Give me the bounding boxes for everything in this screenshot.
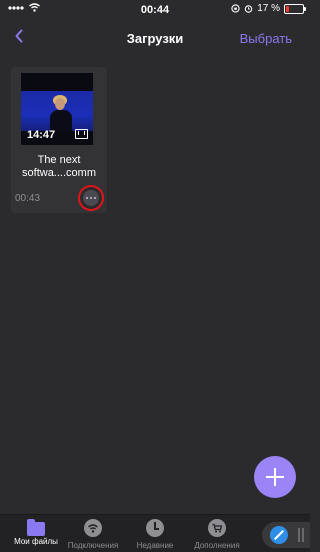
- status-right: 17 %: [231, 3, 306, 14]
- thumbnail-figure-head: [55, 98, 65, 110]
- file-title-line-1: The next: [37, 154, 81, 166]
- tab-my-files[interactable]: Мои файлы: [5, 519, 67, 546]
- video-duration: 14:47: [27, 129, 56, 141]
- file-item[interactable]: 14:47 The next softwa....comm 00:43: [11, 67, 107, 213]
- tab-label-connections: Подключения: [67, 541, 119, 550]
- thumbnail-figure-body: [50, 110, 72, 131]
- handle-icon: [298, 528, 300, 542]
- rotation-lock-icon: [231, 4, 240, 13]
- wifi-icon: [84, 519, 102, 537]
- video-icon: [75, 129, 88, 139]
- browser-button[interactable]: [262, 522, 310, 548]
- navigation-bar: Загрузки Выбрать: [0, 22, 310, 56]
- battery-level: [286, 5, 289, 12]
- handle-icon: [302, 528, 304, 542]
- more-options-button[interactable]: [83, 190, 99, 206]
- file-title: The next softwa....comm: [11, 154, 107, 180]
- cart-icon: [208, 519, 226, 537]
- file-title-line-2: softwa....comm: [22, 167, 96, 179]
- battery-icon: [284, 3, 306, 14]
- video-thumbnail[interactable]: 14:47: [21, 73, 93, 145]
- clock-icon: [146, 519, 164, 537]
- tab-label-my-files: Мои файлы: [14, 537, 58, 546]
- alarm-icon: [244, 5, 253, 13]
- tab-label-addons: Дополнения: [194, 541, 240, 550]
- tab-label-recent: Недавние: [136, 541, 174, 550]
- status-bar: 00:44 17 %: [0, 0, 310, 20]
- compass-icon: [270, 526, 288, 544]
- tab-recent[interactable]: Недавние: [124, 519, 186, 550]
- tab-connections[interactable]: Подключения: [62, 519, 124, 550]
- tab-addons[interactable]: Дополнения: [186, 519, 248, 550]
- folder-icon: [27, 519, 45, 536]
- file-time: 00:43: [15, 193, 41, 204]
- select-button[interactable]: Выбрать: [240, 31, 292, 46]
- add-button[interactable]: [254, 456, 296, 498]
- battery-percent: 17 %: [257, 3, 280, 14]
